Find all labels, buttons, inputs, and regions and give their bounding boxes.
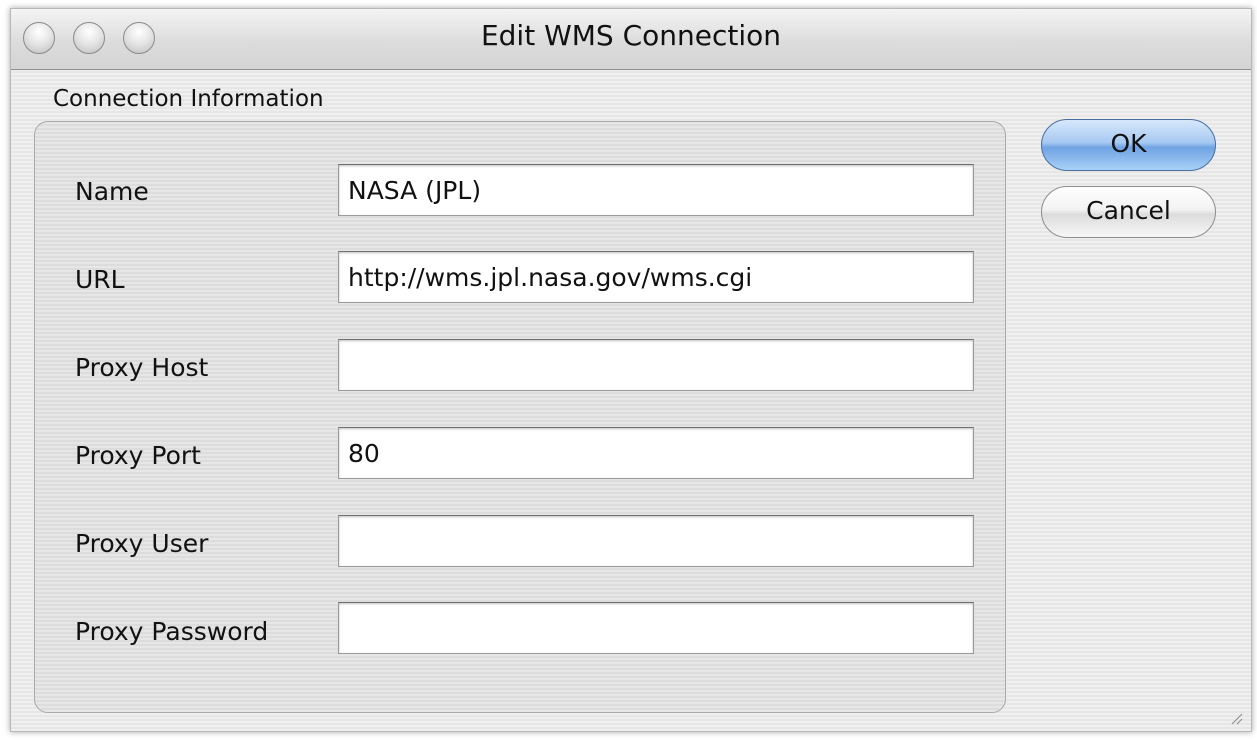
ok-button[interactable]: OK	[1041, 119, 1216, 171]
resize-grip-icon[interactable]	[1229, 711, 1243, 725]
proxy-host-label: Proxy Host	[75, 353, 209, 382]
name-field[interactable]	[338, 164, 974, 216]
proxy-user-label: Proxy User	[75, 529, 209, 558]
proxy-host-field[interactable]	[338, 339, 974, 391]
cancel-button[interactable]: Cancel	[1041, 186, 1216, 238]
proxy-port-field[interactable]	[338, 427, 974, 479]
url-label: URL	[75, 265, 125, 294]
name-label: Name	[75, 177, 149, 206]
proxy-user-field[interactable]	[338, 515, 974, 567]
url-field[interactable]	[338, 251, 974, 303]
proxy-password-field[interactable]	[338, 602, 974, 654]
window-title: Edit WMS Connection	[480, 19, 782, 52]
connection-information-label: Connection Information	[53, 86, 324, 112]
edit-wms-connection-dialog: Edit WMS Connection Connection Informati…	[10, 8, 1252, 732]
proxy-password-label: Proxy Password	[75, 617, 269, 646]
proxy-port-label: Proxy Port	[75, 441, 201, 470]
title-bar[interactable]: Edit WMS Connection	[11, 9, 1251, 70]
